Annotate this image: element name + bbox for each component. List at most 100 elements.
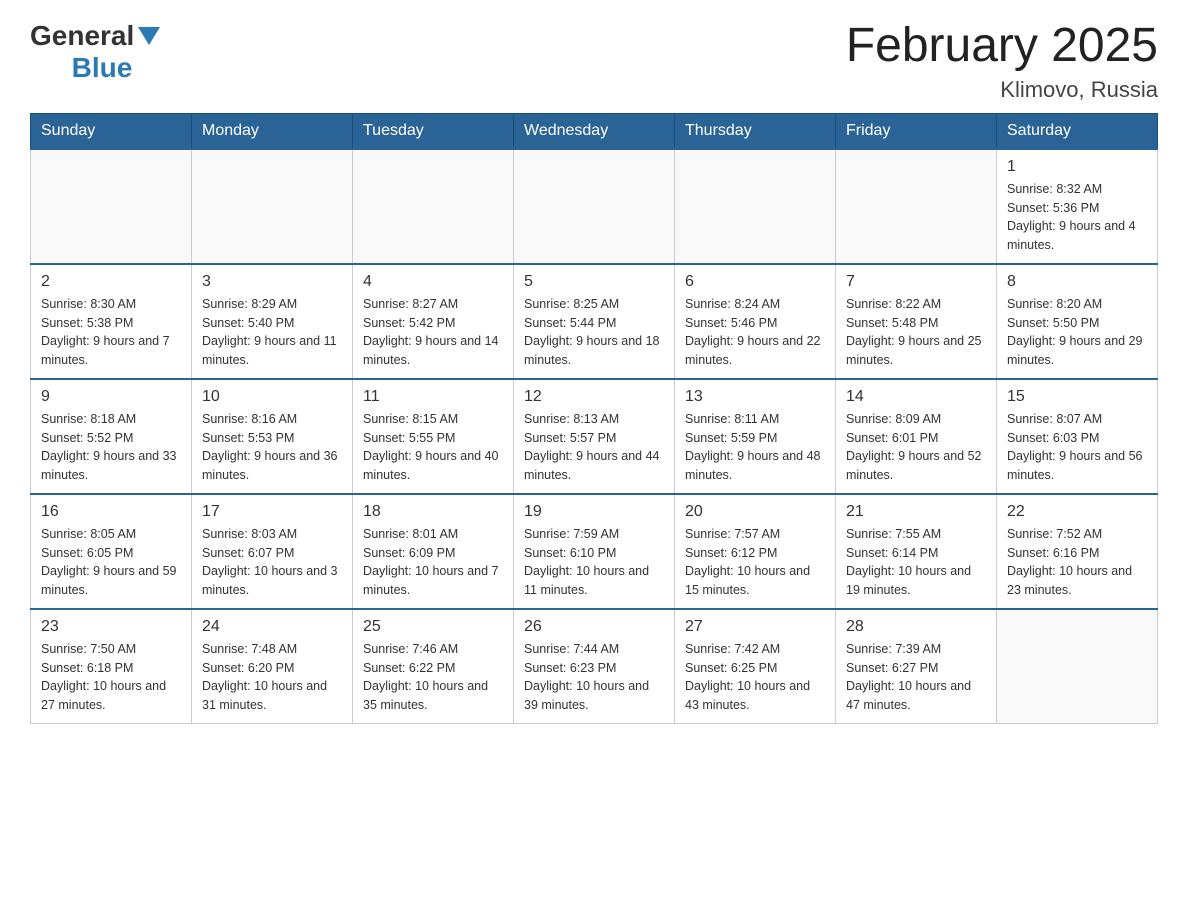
day-number: 11 xyxy=(363,388,503,406)
day-info: Sunrise: 7:52 AMSunset: 6:16 PMDaylight:… xyxy=(1007,525,1147,600)
day-info: Sunrise: 8:13 AMSunset: 5:57 PMDaylight:… xyxy=(524,410,664,485)
day-number: 13 xyxy=(685,388,825,406)
day-info: Sunrise: 8:30 AMSunset: 5:38 PMDaylight:… xyxy=(41,295,181,370)
weekday-header: Tuesday xyxy=(353,113,514,149)
calendar-cell: 19 Sunrise: 7:59 AMSunset: 6:10 PMDayligh… xyxy=(514,494,675,609)
weekday-header: Wednesday xyxy=(514,113,675,149)
calendar-cell: 18Sunrise: 8:01 AMSunset: 6:09 PMDayligh… xyxy=(353,494,514,609)
weekday-header: Friday xyxy=(836,113,997,149)
day-info: Sunrise: 8:15 AMSunset: 5:55 PMDaylight:… xyxy=(363,410,503,485)
day-info: Sunrise: 8:20 AMSunset: 5:50 PMDaylight:… xyxy=(1007,295,1147,370)
calendar-cell: 13 Sunrise: 8:11 AMSunset: 5:59 PMDayligh… xyxy=(675,379,836,494)
day-info: Sunrise: 8:22 AMSunset: 5:48 PMDaylight:… xyxy=(846,295,986,370)
day-number: 28 xyxy=(846,618,986,636)
calendar-cell: 2 Sunrise: 8:30 AMSunset: 5:38 PMDaylight… xyxy=(31,264,192,379)
day-info: Sunrise: 7:59 AMSunset: 6:10 PMDaylight:… xyxy=(524,525,664,600)
day-number: 8 xyxy=(1007,273,1147,291)
title-section: February 2025 Klimovo, Russia xyxy=(846,20,1158,103)
calendar-cell: 16 Sunrise: 8:05 AMSunset: 6:05 PMDayligh… xyxy=(31,494,192,609)
calendar-cell: 25 Sunrise: 7:46 AMSunset: 6:22 PMDayligh… xyxy=(353,609,514,724)
calendar-cell: 6 Sunrise: 8:24 AMSunset: 5:46 PMDaylight… xyxy=(675,264,836,379)
calendar-cell: 23Sunrise: 7:50 AMSunset: 6:18 PMDayligh… xyxy=(31,609,192,724)
calendar-cell xyxy=(836,149,997,264)
calendar-cell: 27 Sunrise: 7:42 AMSunset: 6:25 PMDayligh… xyxy=(675,609,836,724)
page-header: General Blue February 2025 Klimovo, Russ… xyxy=(30,20,1158,103)
day-number: 27 xyxy=(685,618,825,636)
day-number: 6 xyxy=(685,273,825,291)
calendar-cell: 14Sunrise: 8:09 AMSunset: 6:01 PMDayligh… xyxy=(836,379,997,494)
day-number: 4 xyxy=(363,273,503,291)
day-info: Sunrise: 8:03 AMSunset: 6:07 PMDaylight:… xyxy=(202,525,342,600)
day-number: 10 xyxy=(202,388,342,406)
calendar-cell: 7 Sunrise: 8:22 AMSunset: 5:48 PMDaylight… xyxy=(836,264,997,379)
day-info: Sunrise: 8:32 AMSunset: 5:36 PMDaylight:… xyxy=(1007,180,1147,255)
day-number: 9 xyxy=(41,388,181,406)
day-info: Sunrise: 7:42 AMSunset: 6:25 PMDaylight:… xyxy=(685,640,825,715)
day-number: 7 xyxy=(846,273,986,291)
day-number: 18 xyxy=(363,503,503,521)
day-info: Sunrise: 8:05 AMSunset: 6:05 PMDaylight:… xyxy=(41,525,181,600)
day-number: 2 xyxy=(41,273,181,291)
calendar-cell xyxy=(997,609,1158,724)
day-number: 16 xyxy=(41,503,181,521)
day-number: 22 xyxy=(1007,503,1147,521)
calendar-cell: 21 Sunrise: 7:55 AMSunset: 6:14 PMDayligh… xyxy=(836,494,997,609)
day-number: 1 xyxy=(1007,158,1147,176)
day-info: Sunrise: 8:24 AMSunset: 5:46 PMDaylight:… xyxy=(685,295,825,370)
day-number: 24 xyxy=(202,618,342,636)
calendar-cell xyxy=(514,149,675,264)
calendar-subtitle: Klimovo, Russia xyxy=(846,77,1158,103)
day-info: Sunrise: 8:29 AMSunset: 5:40 PMDaylight:… xyxy=(202,295,342,370)
week-row: 9Sunrise: 8:18 AMSunset: 5:52 PMDaylight… xyxy=(31,379,1158,494)
day-number: 3 xyxy=(202,273,342,291)
weekday-header: Sunday xyxy=(31,113,192,149)
calendar-cell: 22 Sunrise: 7:52 AMSunset: 6:16 PMDayligh… xyxy=(997,494,1158,609)
day-number: 20 xyxy=(685,503,825,521)
logo-triangle-icon xyxy=(138,27,160,45)
day-info: Sunrise: 7:50 AMSunset: 6:18 PMDaylight:… xyxy=(41,640,181,715)
day-info: Sunrise: 8:07 AMSunset: 6:03 PMDaylight:… xyxy=(1007,410,1147,485)
calendar-table: SundayMondayTuesdayWednesdayThursdayFrid… xyxy=(30,113,1158,724)
logo: General Blue xyxy=(30,20,160,84)
week-row: 23Sunrise: 7:50 AMSunset: 6:18 PMDayligh… xyxy=(31,609,1158,724)
calendar-cell: 10Sunrise: 8:16 AMSunset: 5:53 PMDayligh… xyxy=(192,379,353,494)
calendar-cell: 15 Sunrise: 8:07 AMSunset: 6:03 PMDayligh… xyxy=(997,379,1158,494)
day-info: Sunrise: 7:39 AMSunset: 6:27 PMDaylight:… xyxy=(846,640,986,715)
day-number: 17 xyxy=(202,503,342,521)
calendar-cell xyxy=(675,149,836,264)
logo-blue: Blue xyxy=(72,52,133,84)
week-row: 2 Sunrise: 8:30 AMSunset: 5:38 PMDaylight… xyxy=(31,264,1158,379)
calendar-cell xyxy=(192,149,353,264)
day-info: Sunrise: 8:11 AMSunset: 5:59 PMDaylight:… xyxy=(685,410,825,485)
day-number: 25 xyxy=(363,618,503,636)
calendar-title: February 2025 xyxy=(846,20,1158,73)
day-info: Sunrise: 7:46 AMSunset: 6:22 PMDaylight:… xyxy=(363,640,503,715)
day-info: Sunrise: 8:09 AMSunset: 6:01 PMDaylight:… xyxy=(846,410,986,485)
weekday-header-row: SundayMondayTuesdayWednesdayThursdayFrid… xyxy=(31,113,1158,149)
calendar-cell: 4 Sunrise: 8:27 AMSunset: 5:42 PMDaylight… xyxy=(353,264,514,379)
day-info: Sunrise: 7:44 AMSunset: 6:23 PMDaylight:… xyxy=(524,640,664,715)
calendar-cell: 3 Sunrise: 8:29 AMSunset: 5:40 PMDaylight… xyxy=(192,264,353,379)
calendar-cell xyxy=(353,149,514,264)
day-number: 21 xyxy=(846,503,986,521)
weekday-header: Saturday xyxy=(997,113,1158,149)
calendar-cell: 5Sunrise: 8:25 AMSunset: 5:44 PMDaylight… xyxy=(514,264,675,379)
day-info: Sunrise: 7:48 AMSunset: 6:20 PMDaylight:… xyxy=(202,640,342,715)
calendar-cell: 24 Sunrise: 7:48 AMSunset: 6:20 PMDayligh… xyxy=(192,609,353,724)
calendar-cell: 26 Sunrise: 7:44 AMSunset: 6:23 PMDayligh… xyxy=(514,609,675,724)
weekday-header: Thursday xyxy=(675,113,836,149)
day-info: Sunrise: 7:57 AMSunset: 6:12 PMDaylight:… xyxy=(685,525,825,600)
calendar-cell: 1 Sunrise: 8:32 AMSunset: 5:36 PMDaylight… xyxy=(997,149,1158,264)
calendar-cell: 9Sunrise: 8:18 AMSunset: 5:52 PMDaylight… xyxy=(31,379,192,494)
calendar-cell xyxy=(31,149,192,264)
week-row: 16 Sunrise: 8:05 AMSunset: 6:05 PMDayligh… xyxy=(31,494,1158,609)
day-info: Sunrise: 7:55 AMSunset: 6:14 PMDaylight:… xyxy=(846,525,986,600)
logo-general: General xyxy=(30,20,134,52)
day-number: 26 xyxy=(524,618,664,636)
day-info: Sunrise: 8:27 AMSunset: 5:42 PMDaylight:… xyxy=(363,295,503,370)
day-number: 15 xyxy=(1007,388,1147,406)
calendar-cell: 28 Sunrise: 7:39 AMSunset: 6:27 PMDayligh… xyxy=(836,609,997,724)
day-number: 19 xyxy=(524,503,664,521)
calendar-cell: 11 Sunrise: 8:15 AMSunset: 5:55 PMDayligh… xyxy=(353,379,514,494)
calendar-cell: 8 Sunrise: 8:20 AMSunset: 5:50 PMDaylight… xyxy=(997,264,1158,379)
